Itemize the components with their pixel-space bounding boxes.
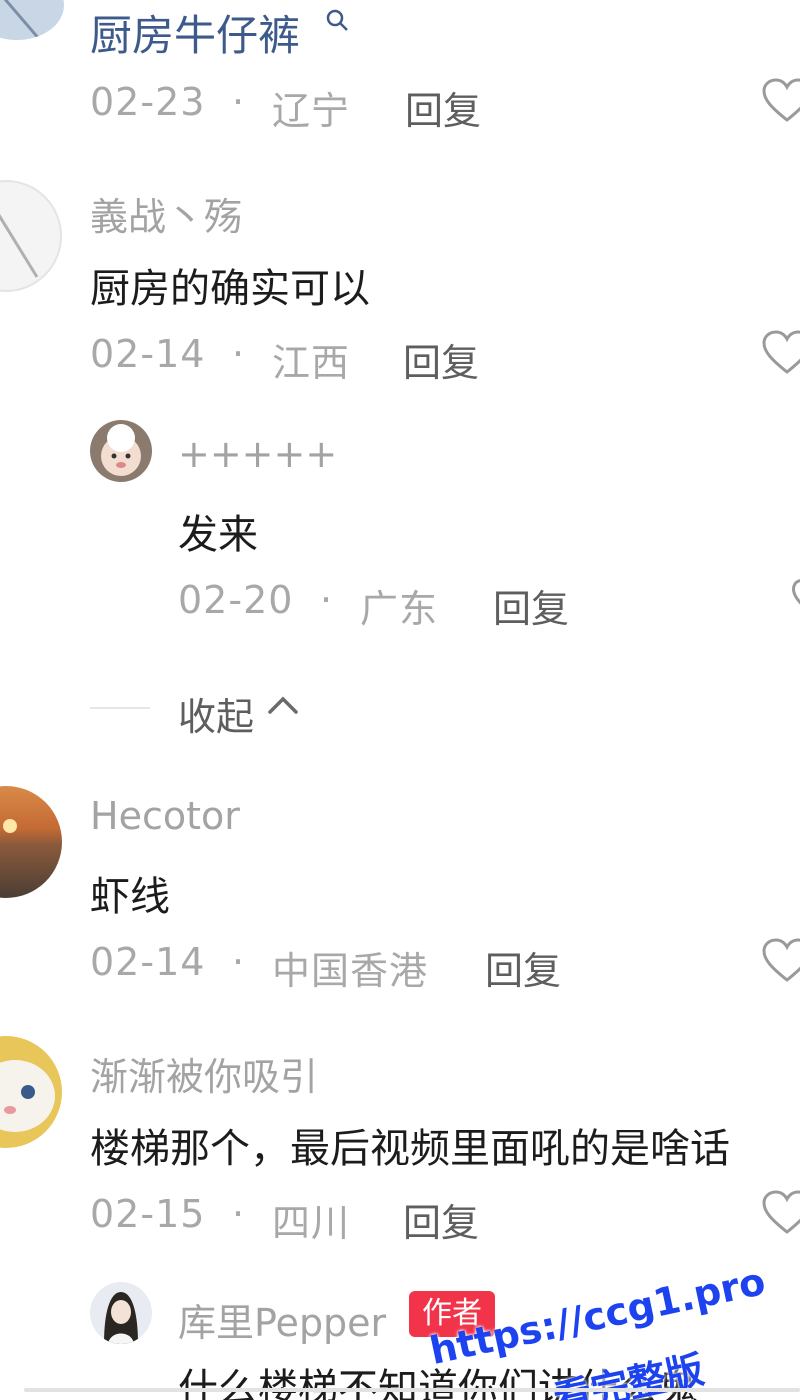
- comment-date: 02-14: [90, 940, 206, 984]
- reply-date: 02-20: [178, 578, 294, 622]
- avatar[interactable]: [0, 1036, 62, 1148]
- comment-location: 辽宁: [272, 89, 351, 133]
- avatar[interactable]: [90, 1282, 152, 1344]
- bottom-divider: [24, 1388, 800, 1392]
- reply-button[interactable]: 回复: [403, 1192, 479, 1247]
- separator-dot: ·: [320, 578, 333, 622]
- collapse-button[interactable]: 收起: [178, 686, 254, 741]
- comment-content: 楼梯那个，最后视频里面吼的是啥话: [90, 1126, 730, 1172]
- comment-content: 虾线: [90, 874, 170, 920]
- comment-location: 江西: [272, 341, 351, 385]
- comment-username[interactable]: Hecotor: [90, 794, 240, 838]
- heart-icon[interactable]: [762, 938, 800, 988]
- reply-button[interactable]: 回复: [405, 80, 481, 135]
- separator-dot: ·: [232, 1192, 245, 1236]
- comment-date: 02-15: [90, 1192, 206, 1236]
- heart-icon[interactable]: [762, 330, 800, 380]
- reply-username[interactable]: +++++: [178, 432, 337, 476]
- reply-location: 广东: [360, 587, 439, 631]
- avatar[interactable]: [0, 0, 64, 40]
- reply-username[interactable]: 库里Pepper: [178, 1292, 386, 1347]
- chevron-up-icon[interactable]: [266, 690, 300, 724]
- avatar[interactable]: [0, 786, 62, 898]
- reply-content: 发来: [178, 512, 258, 558]
- reply-button[interactable]: 回复: [493, 578, 569, 633]
- collapse-divider: [90, 707, 150, 709]
- reply-button[interactable]: 回复: [485, 940, 561, 995]
- separator-dot: ·: [232, 80, 245, 124]
- comment-date: 02-23: [90, 80, 206, 124]
- heart-icon[interactable]: [762, 78, 800, 128]
- avatar[interactable]: [90, 420, 152, 482]
- comment-username[interactable]: 渐渐被你吸引: [90, 1046, 318, 1101]
- comment-username[interactable]: 義战丶殇: [90, 186, 242, 241]
- heart-icon[interactable]: [762, 1190, 800, 1240]
- avatar[interactable]: [0, 180, 62, 292]
- search-icon[interactable]: [325, 8, 351, 38]
- reply-button[interactable]: 回复: [403, 332, 479, 387]
- comment-thread: 厨房牛仔裤 02-23 · 辽宁 回复 義战丶殇 厨房的确实可以 02-14 ·…: [0, 0, 800, 1400]
- separator-dot: ·: [232, 332, 245, 376]
- comment-date: 02-14: [90, 332, 206, 376]
- comment-content-link[interactable]: 厨房牛仔裤: [90, 2, 300, 63]
- heart-icon[interactable]: [790, 576, 800, 626]
- separator-dot: ·: [232, 940, 245, 984]
- comment-content: 厨房的确实可以: [90, 266, 370, 312]
- comment-location: 四川: [272, 1201, 351, 1245]
- comment-location: 中国香港: [272, 949, 429, 993]
